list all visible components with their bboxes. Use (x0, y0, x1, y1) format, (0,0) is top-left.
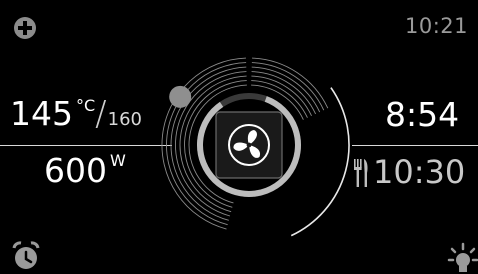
plus-icon[interactable] (12, 15, 38, 41)
power-unit: W (110, 151, 126, 170)
dial-knob (169, 85, 192, 108)
dial-outer-arc (290, 87, 350, 237)
right-divider (352, 145, 478, 146)
temperature-separator: / (95, 94, 107, 134)
clock: 10:21 (404, 14, 468, 38)
oven-control-screen: 10:21 145 °C/160 600 W 8:54 10:30 (0, 0, 478, 274)
fork-knife-icon (354, 159, 368, 187)
power-value: 600 (44, 151, 107, 190)
temperature-target: 160 (107, 109, 142, 130)
temperature-unit: °C (76, 96, 96, 115)
oven-light-icon[interactable] (446, 240, 478, 272)
temperature-setting[interactable]: 145 °C/160 (10, 97, 142, 131)
temperature-current: 145 (10, 94, 73, 133)
alarm-clock-icon[interactable] (10, 240, 42, 272)
cooking-dial[interactable] (146, 42, 352, 248)
fan-hub (246, 142, 252, 148)
timer-duration[interactable]: 8:54 (385, 98, 459, 131)
end-time[interactable]: 10:30 (373, 156, 465, 188)
dial-ring-right (251, 66, 321, 113)
power-setting[interactable]: 600 W (44, 151, 126, 190)
